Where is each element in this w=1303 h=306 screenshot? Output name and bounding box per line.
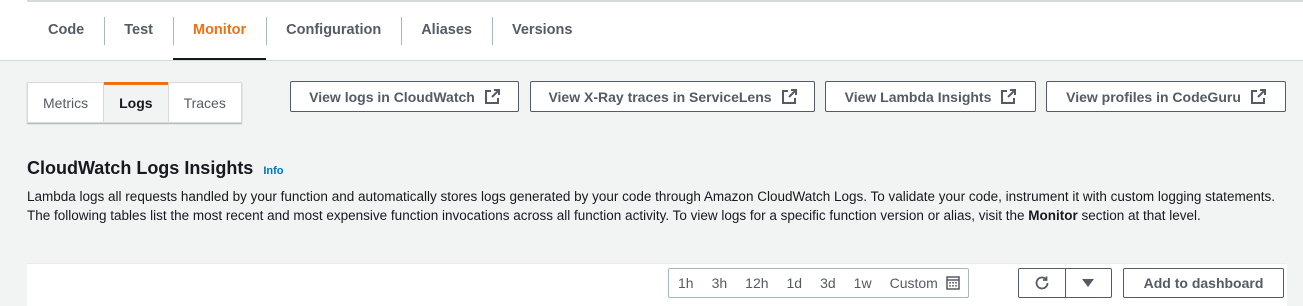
tab-aliases[interactable]: Aliases bbox=[401, 0, 492, 60]
section-description: Lambda logs all requests handled by your… bbox=[27, 188, 1289, 225]
refresh-button[interactable] bbox=[1019, 269, 1066, 297]
view-xray-traces-label: View X-Ray traces in ServiceLens bbox=[548, 88, 772, 105]
time-range-selector: 1h 3h 12h 1d 3d 1w Custom bbox=[668, 268, 969, 298]
view-lambda-insights-button[interactable]: View Lambda Insights bbox=[825, 81, 1036, 112]
view-profiles-codeguru-label: View profiles in CodeGuru bbox=[1066, 88, 1241, 105]
section-header: CloudWatch Logs Insights Info bbox=[27, 158, 284, 179]
tab-monitor[interactable]: Monitor bbox=[173, 0, 267, 60]
view-lambda-insights-label: View Lambda Insights bbox=[844, 88, 992, 105]
view-profiles-codeguru-button[interactable]: View profiles in CodeGuru bbox=[1046, 81, 1286, 112]
function-tabs: Code Test Monitor Configuration Aliases … bbox=[28, 0, 592, 60]
calendar-icon bbox=[946, 276, 960, 290]
tab-configuration[interactable]: Configuration bbox=[266, 0, 401, 60]
range-3d[interactable]: 3d bbox=[811, 269, 845, 297]
tab-versions[interactable]: Versions bbox=[492, 0, 592, 60]
subtab-logs[interactable]: Logs bbox=[103, 82, 169, 122]
tab-code[interactable]: Code bbox=[28, 0, 104, 60]
view-logs-cloudwatch-button[interactable]: View logs in CloudWatch bbox=[290, 81, 519, 112]
view-xray-traces-button[interactable]: View X-Ray traces in ServiceLens bbox=[530, 81, 815, 112]
tab-bar: Code Test Monitor Configuration Aliases … bbox=[0, 0, 1303, 61]
range-custom[interactable]: Custom bbox=[881, 269, 968, 297]
refresh-icon bbox=[1035, 276, 1049, 290]
range-1d[interactable]: 1d bbox=[778, 269, 812, 297]
subtab-traces[interactable]: Traces bbox=[167, 83, 241, 122]
refresh-dropdown-button[interactable] bbox=[1066, 269, 1112, 297]
external-link-icon bbox=[781, 88, 797, 104]
info-link[interactable]: Info bbox=[263, 165, 283, 177]
description-monitor-emphasis: Monitor bbox=[1028, 207, 1078, 223]
caret-down-icon bbox=[1082, 279, 1095, 287]
view-logs-cloudwatch-label: View logs in CloudWatch bbox=[309, 88, 475, 105]
description-text-2: section at that level. bbox=[1077, 207, 1201, 223]
external-link-icon bbox=[484, 88, 500, 104]
tab-test[interactable]: Test bbox=[104, 0, 173, 60]
range-3h[interactable]: 3h bbox=[703, 269, 737, 297]
monitor-subtabs: Metrics Logs Traces bbox=[27, 82, 242, 123]
subtab-metrics[interactable]: Metrics bbox=[28, 83, 103, 122]
section-title: CloudWatch Logs Insights bbox=[27, 158, 254, 178]
external-link-icon bbox=[1001, 88, 1017, 104]
refresh-button-group bbox=[1018, 268, 1112, 298]
range-1w[interactable]: 1w bbox=[845, 269, 881, 297]
external-link-icon bbox=[1250, 88, 1266, 104]
range-custom-label: Custom bbox=[889, 275, 938, 291]
range-12h[interactable]: 12h bbox=[736, 269, 777, 297]
range-1h[interactable]: 1h bbox=[669, 269, 703, 297]
add-to-dashboard-button[interactable]: Add to dashboard bbox=[1123, 268, 1284, 298]
